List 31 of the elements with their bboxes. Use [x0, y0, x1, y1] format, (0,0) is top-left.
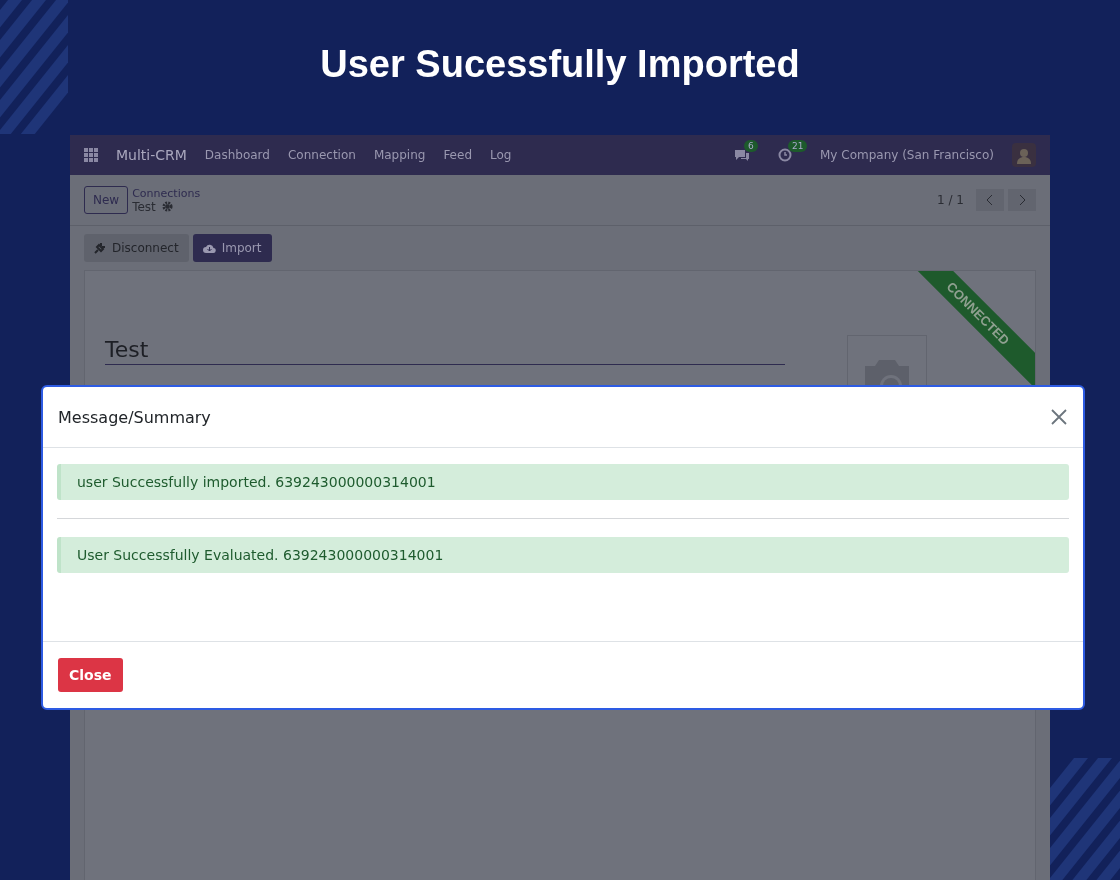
pager-text: 1 / 1 — [937, 193, 964, 207]
notification-badge: 6 — [744, 140, 758, 152]
record-name: Test — [132, 199, 156, 214]
success-alert: User Successfully Evaluated. 639243000000314001 — [57, 537, 1069, 573]
notification-badge: 21 — [788, 140, 808, 152]
close-button[interactable]: Close — [58, 658, 123, 692]
chevron-right-icon — [1018, 194, 1026, 206]
chevron-left-icon — [986, 194, 994, 206]
app-name[interactable]: Multi-CRM — [116, 147, 187, 163]
menu-item[interactable]: Log — [490, 148, 512, 162]
disconnect-button[interactable]: Disconnect — [84, 234, 189, 262]
chat-icon[interactable] — [734, 148, 750, 162]
menu-item[interactable]: Connection — [287, 148, 356, 162]
dialog-title: Message/Summary — [58, 407, 211, 427]
cloud-icon — [202, 242, 216, 254]
import-button[interactable]: Import — [192, 234, 272, 262]
avatar-icon[interactable] — [1012, 143, 1036, 167]
apps-grid-icon[interactable] — [84, 148, 98, 162]
menu-item[interactable]: Mapping — [373, 148, 426, 162]
menu-item[interactable]: Dashboard — [204, 148, 270, 162]
success-alert: user Successfully imported. 639243000000314001 — [57, 464, 1069, 500]
company-name[interactable]: My Company (San Francisco) — [820, 148, 994, 162]
menu-item[interactable]: Feed — [443, 148, 472, 162]
new-button[interactable]: New — [84, 186, 129, 214]
breadcrumb-link[interactable]: Connections — [132, 186, 201, 200]
settings-icon[interactable] — [161, 201, 173, 212]
plug-icon — [94, 242, 106, 254]
page-title: User Sucessfully Imported — [320, 43, 800, 86]
clock-icon[interactable] — [778, 148, 792, 162]
name-field[interactable]: Test — [105, 337, 785, 365]
close-icon[interactable] — [1049, 407, 1069, 427]
